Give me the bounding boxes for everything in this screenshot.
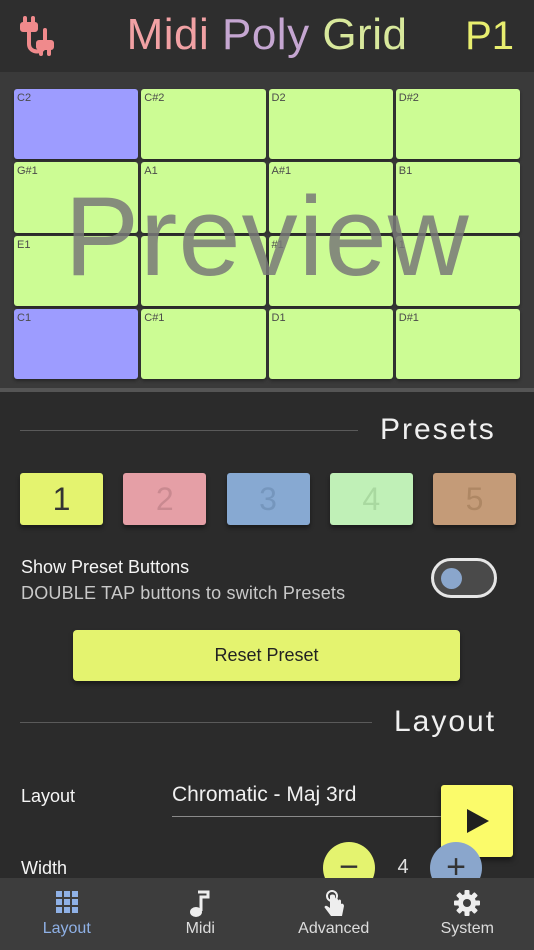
grid-pad[interactable]: A1 bbox=[141, 162, 266, 233]
pad-note-label: C1 bbox=[17, 311, 32, 324]
layout-divider bbox=[20, 722, 372, 723]
width-value: 4 bbox=[397, 856, 409, 878]
grid-icon bbox=[55, 891, 78, 913]
grid-preview: C2 C#2 D2 D#2 G#1 A1 A#1 B1 E1 #1 1 C1 C#1 D1 D#1 Prev… bbox=[0, 72, 534, 392]
tab-layout[interactable]: Layout bbox=[0, 878, 134, 950]
tab-midi-label: Midi bbox=[185, 920, 215, 937]
width-label: Width bbox=[21, 858, 68, 878]
layout-section-title: Layout bbox=[394, 705, 497, 738]
preset-button-2[interactable]: 2 bbox=[123, 473, 207, 525]
app-header: Midi Poly Grid P1 bbox=[0, 0, 534, 72]
pad-note-label: D#1 bbox=[398, 311, 419, 324]
play-icon bbox=[467, 809, 489, 833]
grid-pad[interactable]: B1 bbox=[395, 162, 520, 233]
toggle-knob bbox=[441, 568, 462, 589]
pad-note-label: #1 bbox=[271, 238, 284, 251]
grid-pad[interactable]: D#2 bbox=[395, 89, 520, 160]
tab-layout-label: Layout bbox=[42, 920, 91, 937]
music-note-icon bbox=[190, 890, 210, 917]
pad-note-label: C#2 bbox=[144, 92, 165, 104]
preset-buttons: 12345 bbox=[20, 473, 516, 525]
preset-button-1[interactable]: 1 bbox=[20, 473, 103, 525]
pad-note-label: A#1 bbox=[271, 165, 292, 178]
title-word-grid: Grid bbox=[322, 10, 408, 59]
tab-bar: Layout Midi Advanced System bbox=[0, 878, 534, 950]
grid-pad[interactable]: D2 bbox=[268, 89, 393, 160]
grid-pad[interactable]: C1 bbox=[14, 308, 139, 379]
tab-advanced-label: Advanced bbox=[298, 920, 370, 937]
pad-note-label: D#2 bbox=[398, 92, 419, 104]
grid-pad[interactable]: #1 bbox=[268, 235, 393, 306]
pad-note-label: C#1 bbox=[144, 311, 165, 324]
show-preset-buttons-toggle[interactable] bbox=[431, 558, 497, 598]
pad-note-label: A1 bbox=[144, 165, 158, 178]
grid-pad[interactable]: E1 bbox=[14, 235, 139, 306]
show-preset-buttons-hint: DOUBLE TAP buttons to switch Presets bbox=[21, 583, 346, 603]
pad-note-label: E1 bbox=[17, 238, 31, 251]
pad-note-label: C2 bbox=[17, 92, 32, 104]
layout-label: Layout bbox=[21, 786, 76, 806]
touch-hand-icon bbox=[324, 890, 344, 916]
pad-note-label: D2 bbox=[271, 92, 286, 104]
grid-pad[interactable]: D1 bbox=[268, 308, 393, 379]
tab-advanced[interactable]: Advanced bbox=[267, 878, 401, 950]
tab-midi[interactable]: Midi bbox=[134, 878, 268, 950]
pad-note-label: 1 bbox=[398, 238, 405, 251]
presets-divider bbox=[20, 430, 358, 431]
preset-button-3[interactable]: 3 bbox=[226, 473, 310, 525]
grid-pad[interactable]: C#2 bbox=[141, 89, 266, 160]
tab-system-label: System bbox=[440, 920, 494, 937]
grid-pad[interactable]: G#1 bbox=[14, 162, 139, 233]
grid-pad[interactable]: 1 bbox=[395, 235, 520, 306]
grid-pad[interactable]: C2 bbox=[14, 89, 139, 160]
pad-note-label: D1 bbox=[271, 311, 286, 324]
gear-icon bbox=[454, 890, 481, 916]
grid-pad[interactable] bbox=[141, 235, 266, 306]
grid-pad[interactable]: C#1 bbox=[141, 308, 266, 379]
title-word-midi: Midi bbox=[126, 10, 210, 59]
show-preset-buttons-label: Show Preset Buttons bbox=[21, 557, 190, 577]
preset-button-5[interactable]: 5 bbox=[433, 473, 516, 525]
current-preset-indicator[interactable]: P1 bbox=[465, 14, 514, 59]
app-title: Midi Poly Grid bbox=[0, 10, 534, 60]
pad-note-label: G#1 bbox=[17, 165, 38, 178]
title-word-poly: Poly bbox=[221, 10, 310, 59]
pad-note-label: B1 bbox=[398, 165, 413, 178]
grid-pad[interactable]: D#1 bbox=[395, 308, 520, 379]
grid-pad[interactable]: A#1 bbox=[268, 162, 393, 233]
layout-select[interactable]: Chromatic - Maj 3rd bbox=[172, 783, 447, 817]
pad-grid: C2 C#2 D2 D#2 G#1 A1 A#1 B1 E1 #1 1 C1 C#1 D1 D#1 bbox=[14, 89, 520, 379]
tab-system[interactable]: System bbox=[401, 878, 534, 950]
preset-button-4[interactable]: 4 bbox=[329, 473, 413, 525]
presets-section-title: Presets bbox=[380, 413, 496, 446]
reset-preset-button[interactable]: Reset Preset bbox=[73, 630, 460, 681]
